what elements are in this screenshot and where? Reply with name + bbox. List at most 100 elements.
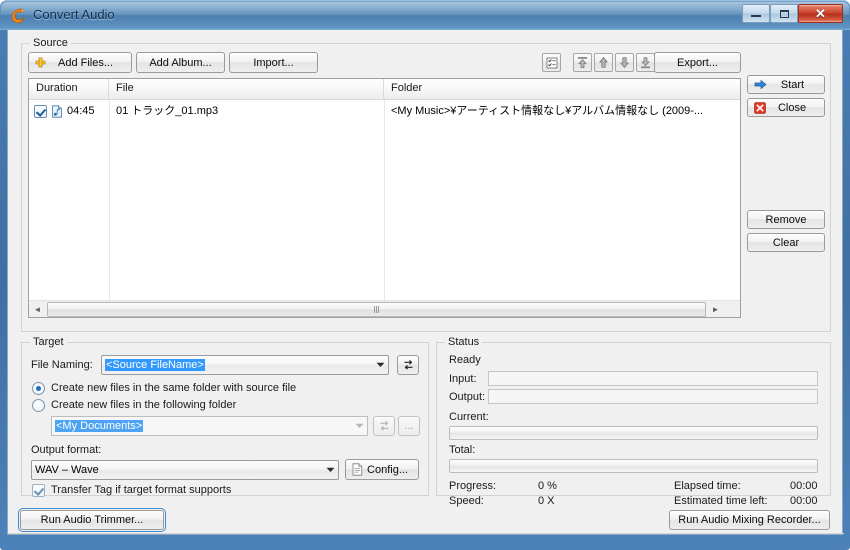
column-header-file[interactable]: File [109,79,384,99]
minimize-button[interactable] [742,4,770,23]
document-icon [352,463,363,476]
column-header-folder[interactable]: Folder [384,79,740,99]
title-bar[interactable]: Convert Audio ✕ [0,0,850,30]
output-format-combobox[interactable]: WAV – Wave [31,460,339,480]
status-group-label: Status [445,336,483,348]
swap-arrows-icon [378,420,391,432]
minimize-icon [751,15,761,17]
current-progress-bar [449,426,818,440]
move-down-button[interactable] [615,53,634,72]
add-album-label: Add Album... [149,56,212,69]
grid-line [109,100,110,300]
grid-line [384,100,385,300]
scroll-right-arrow[interactable]: ► [707,301,724,318]
elapsed-label: Elapsed time: [674,480,741,492]
output-format-value: WAV – Wave [35,464,99,476]
remove-button[interactable]: Remove [747,210,825,229]
file-naming-label: File Naming: [31,359,93,371]
target-folder-browse-button[interactable]: ... [398,416,420,436]
speed-label: Speed: [449,495,484,507]
output-format-label: Output format: [31,444,102,456]
application-window: Convert Audio ✕ Source Add Files... Add … [0,0,850,550]
list-body: 04:45 01 トラック_01.mp3 <My Music>¥アーティスト情報… [29,100,740,300]
row-folder-cell[interactable]: <My Music>¥アーティスト情報なし¥アルバム情報なし (2009-... [384,100,740,122]
close-button[interactable]: Close [747,98,825,117]
move-up-button[interactable] [594,53,613,72]
total-progress-bar [449,459,818,473]
radio-same-folder[interactable] [32,382,45,395]
source-group-label: Source [30,37,71,49]
speed-value: 0 X [538,495,555,507]
status-output-field [488,389,818,404]
add-album-button[interactable]: Add Album... [136,52,225,73]
move-down-icon [618,56,631,69]
transfer-tag-label[interactable]: Transfer Tag if target format supports [51,484,231,496]
radio-same-folder-label[interactable]: Create new files in the same folder with… [51,382,296,394]
progress-label: Progress: [449,480,497,492]
target-folder-browse-label: ... [404,420,414,432]
run-audio-trimmer-label: Run Audio Trimmer... [40,514,144,526]
status-output-label: Output: [449,391,486,403]
clear-button[interactable]: Clear [747,233,825,252]
horizontal-scrollbar[interactable]: ◄ ► [29,300,740,317]
chevron-down-icon[interactable] [322,461,338,479]
close-window-button[interactable]: ✕ [798,4,843,23]
config-label: Config... [367,463,408,476]
app-swoosh-icon [9,7,27,25]
config-button[interactable]: Config... [345,459,419,480]
target-folder-swap-button[interactable] [373,416,395,436]
scroll-left-arrow[interactable]: ◄ [29,301,46,318]
run-audio-mixing-recorder-button[interactable]: Run Audio Mixing Recorder... [669,510,830,530]
row-duration-cell[interactable]: 04:45 [29,100,109,122]
close-label: Close [777,101,807,114]
chevron-down-icon[interactable] [372,356,388,374]
red-close-icon [754,101,766,114]
source-file-list[interactable]: Duration File Folder 04:45 01 トラック_01.mp… [28,78,741,318]
eta-label: Estimated time left: [674,495,768,507]
move-to-top-button[interactable] [573,53,592,72]
row-file-cell[interactable]: 01 トラック_01.mp3 [109,100,384,122]
check-all-icon [546,57,558,69]
row-duration-text: 04:45 [67,105,95,117]
file-naming-combobox[interactable]: <Source FileName> [101,355,389,375]
status-input-field [488,371,818,386]
move-up-icon [597,56,610,69]
scrollbar-thumb[interactable] [47,301,706,317]
status-total-label: Total: [449,444,476,456]
window-title: Convert Audio [33,7,115,22]
import-label: Import... [253,56,294,69]
target-group-label: Target [30,336,67,348]
check-all-icon-button[interactable] [542,53,561,72]
scrollbar-gripper [373,305,380,313]
target-folder-combobox[interactable]: <My Documents> [51,416,368,436]
maximize-button[interactable] [770,4,798,23]
run-audio-trimmer-button[interactable]: Run Audio Trimmer... [18,508,166,532]
clear-label: Clear [772,236,800,249]
file-naming-swap-button[interactable] [397,355,419,375]
status-ready-text: Ready [449,354,481,366]
status-current-label: Current: [449,411,489,423]
move-to-bottom-button[interactable] [636,53,655,72]
blue-arrow-icon [754,79,767,90]
swap-arrows-icon [402,359,415,371]
maximize-icon [779,9,789,18]
start-button[interactable]: Start [747,75,825,94]
elapsed-value: 00:00 [790,480,818,492]
column-header-duration[interactable]: Duration [29,79,109,99]
close-icon: ✕ [815,6,826,21]
radio-following-folder[interactable] [32,399,45,412]
move-to-bottom-icon [639,56,652,69]
chevron-down-icon[interactable] [351,417,367,435]
move-to-top-icon [576,56,589,69]
target-folder-value-wrap: <My Documents> [52,420,351,432]
import-button[interactable]: Import... [229,52,318,73]
add-files-button[interactable]: Add Files... [28,52,132,73]
transfer-tag-checkbox[interactable] [32,484,45,497]
radio-following-folder-label[interactable]: Create new files in the following folder [51,399,236,411]
file-naming-value-wrap: <Source FileName> [102,359,372,371]
file-naming-value: <Source FileName> [105,359,205,371]
export-button[interactable]: Export... [654,52,741,73]
progress-value: 0 % [538,480,557,492]
status-input-label: Input: [449,373,477,385]
row-checkbox[interactable] [34,104,47,118]
